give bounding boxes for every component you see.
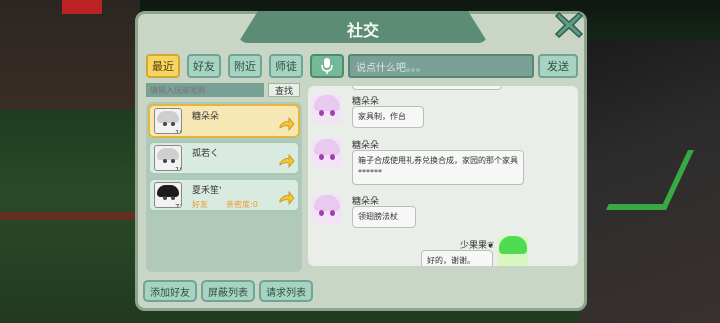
block-list-button[interactable]: 屏蔽列表 — [201, 280, 255, 302]
background-building — [0, 0, 140, 110]
message-bubble: 家具制，作台 — [352, 106, 424, 129]
add-friend-button[interactable]: 添加好友 — [143, 280, 197, 302]
list-item[interactable]: 100 孤若く — [148, 141, 300, 175]
title-bar: 社交 — [238, 11, 488, 43]
send-button[interactable]: 发送 — [538, 54, 578, 78]
sender-avatar[interactable] — [312, 94, 342, 124]
avatar: 101 — [154, 108, 182, 134]
background-road — [0, 212, 140, 220]
friend-name: 糖朵朵 — [192, 112, 220, 122]
close-button[interactable] — [550, 6, 588, 44]
close-icon — [554, 11, 584, 39]
request-list-button[interactable]: 请求列表 — [259, 280, 313, 302]
friend-tag: 好友 — [192, 200, 208, 209]
level-badge: 71 — [175, 203, 181, 208]
voice-button[interactable] — [310, 54, 344, 78]
intimacy-value: 亲密度:0 — [226, 200, 258, 209]
chat-history[interactable]: 糖朵朵 家具制，作台 糖朵朵 箱子合成使用礼券兑换合成，家园的那个家具*****… — [308, 86, 578, 266]
sender-avatar[interactable] — [312, 194, 342, 224]
player-search: 查找 — [146, 83, 300, 97]
avatar: 71 — [154, 182, 182, 208]
tab-mentor[interactable]: 师徒 — [269, 54, 303, 78]
tab-friends[interactable]: 好友 — [187, 54, 221, 78]
message-bubble-partial — [352, 86, 502, 90]
chat-input[interactable]: 说点什么吧。。。 — [348, 54, 534, 78]
microphone-icon — [321, 58, 333, 74]
panel-title: 社交 — [346, 21, 379, 40]
background-sign — [62, 0, 102, 14]
friend-name: 夏禾笙' — [192, 186, 222, 196]
list-item[interactable]: 71 夏禾笙' 好友 亲密度:0 — [148, 178, 300, 212]
social-panel: 社交 最近 好友 附近 师徒 查找 101 糖朵朵 — [135, 11, 587, 311]
friend-name: 孤若く — [192, 149, 220, 159]
list-item[interactable]: 101 糖朵朵 — [148, 104, 300, 138]
level-badge: 101 — [175, 129, 181, 134]
tab-nearby[interactable]: 附近 — [228, 54, 262, 78]
sender-avatar[interactable] — [312, 138, 342, 168]
recent-contacts-list[interactable]: 101 糖朵朵 100 孤若く 71 夏禾笙' 好友 亲密度:0 — [146, 102, 302, 272]
search-button[interactable]: 查找 — [268, 83, 300, 97]
bottom-actions: 添加好友 屏蔽列表 请求列表 — [143, 280, 313, 302]
level-badge: 100 — [175, 166, 181, 171]
arrow-right-icon[interactable] — [279, 191, 295, 205]
self-avatar[interactable] — [498, 236, 528, 266]
social-tabs: 最近 好友 附近 师徒 — [146, 54, 303, 78]
arrow-right-icon[interactable] — [279, 117, 295, 131]
avatar: 100 — [154, 145, 182, 171]
player-search-input[interactable] — [146, 83, 264, 97]
self-message-bubble: 好的，谢谢。 — [421, 250, 493, 266]
message-bubble: 领翅膀法杖 — [352, 206, 416, 229]
message-bubble: 箱子合成使用礼券兑换合成，家园的那个家具****** — [352, 150, 524, 185]
tab-recent[interactable]: 最近 — [146, 54, 180, 78]
arrow-right-icon[interactable] — [279, 154, 295, 168]
